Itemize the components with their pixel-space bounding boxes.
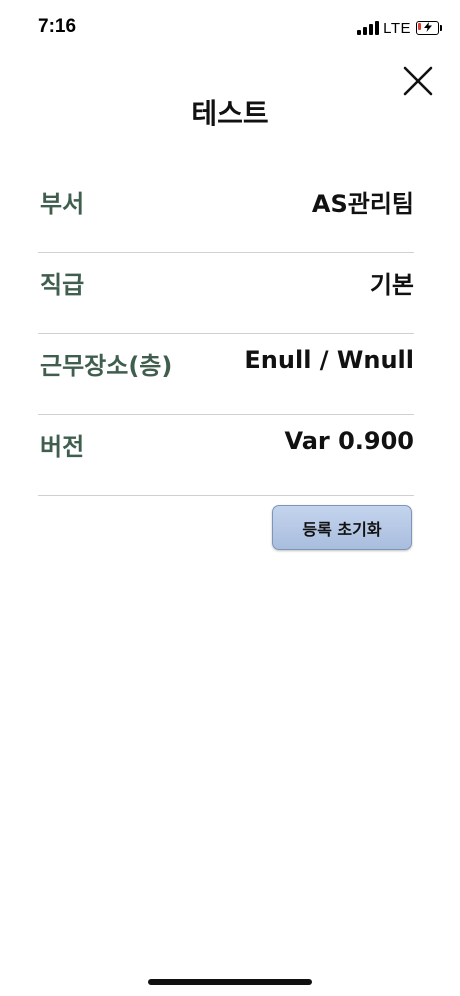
workplace-label: 근무장소(층): [40, 352, 173, 380]
status-bar: 7:16 LTE: [0, 0, 460, 56]
department-label: 부서: [40, 190, 85, 218]
version-label: 버전: [40, 433, 85, 461]
screen: 7:16 LTE 테스트 부서 AS관리팀 직급 기본 근무장소(층) Enul…: [0, 0, 460, 996]
position-label: 직급: [40, 271, 85, 299]
reset-registration-button[interactable]: 등록 초기화: [272, 505, 412, 550]
info-list: 부서 AS관리팀 직급 기본 근무장소(층) Enull / Wnull 버전 …: [38, 172, 414, 496]
network-label: LTE: [383, 19, 411, 37]
info-row-position: 직급 기본: [38, 253, 414, 334]
status-time: 7:16: [38, 16, 77, 37]
battery-icon: [416, 21, 442, 35]
info-row-department: 부서 AS관리팀: [38, 172, 414, 253]
position-value: 기본: [369, 271, 414, 299]
status-indicators: LTE: [357, 18, 442, 38]
home-indicator[interactable]: [148, 979, 312, 985]
workplace-value: Enull / Wnull: [244, 346, 414, 374]
info-row-version: 버전 Var 0.900: [38, 415, 414, 496]
version-value: Var 0.900: [284, 427, 414, 455]
page-title: 테스트: [191, 97, 269, 130]
signal-icon: [357, 21, 380, 35]
info-row-workplace: 근무장소(층) Enull / Wnull: [38, 334, 414, 415]
department-value: AS관리팀: [311, 190, 414, 218]
